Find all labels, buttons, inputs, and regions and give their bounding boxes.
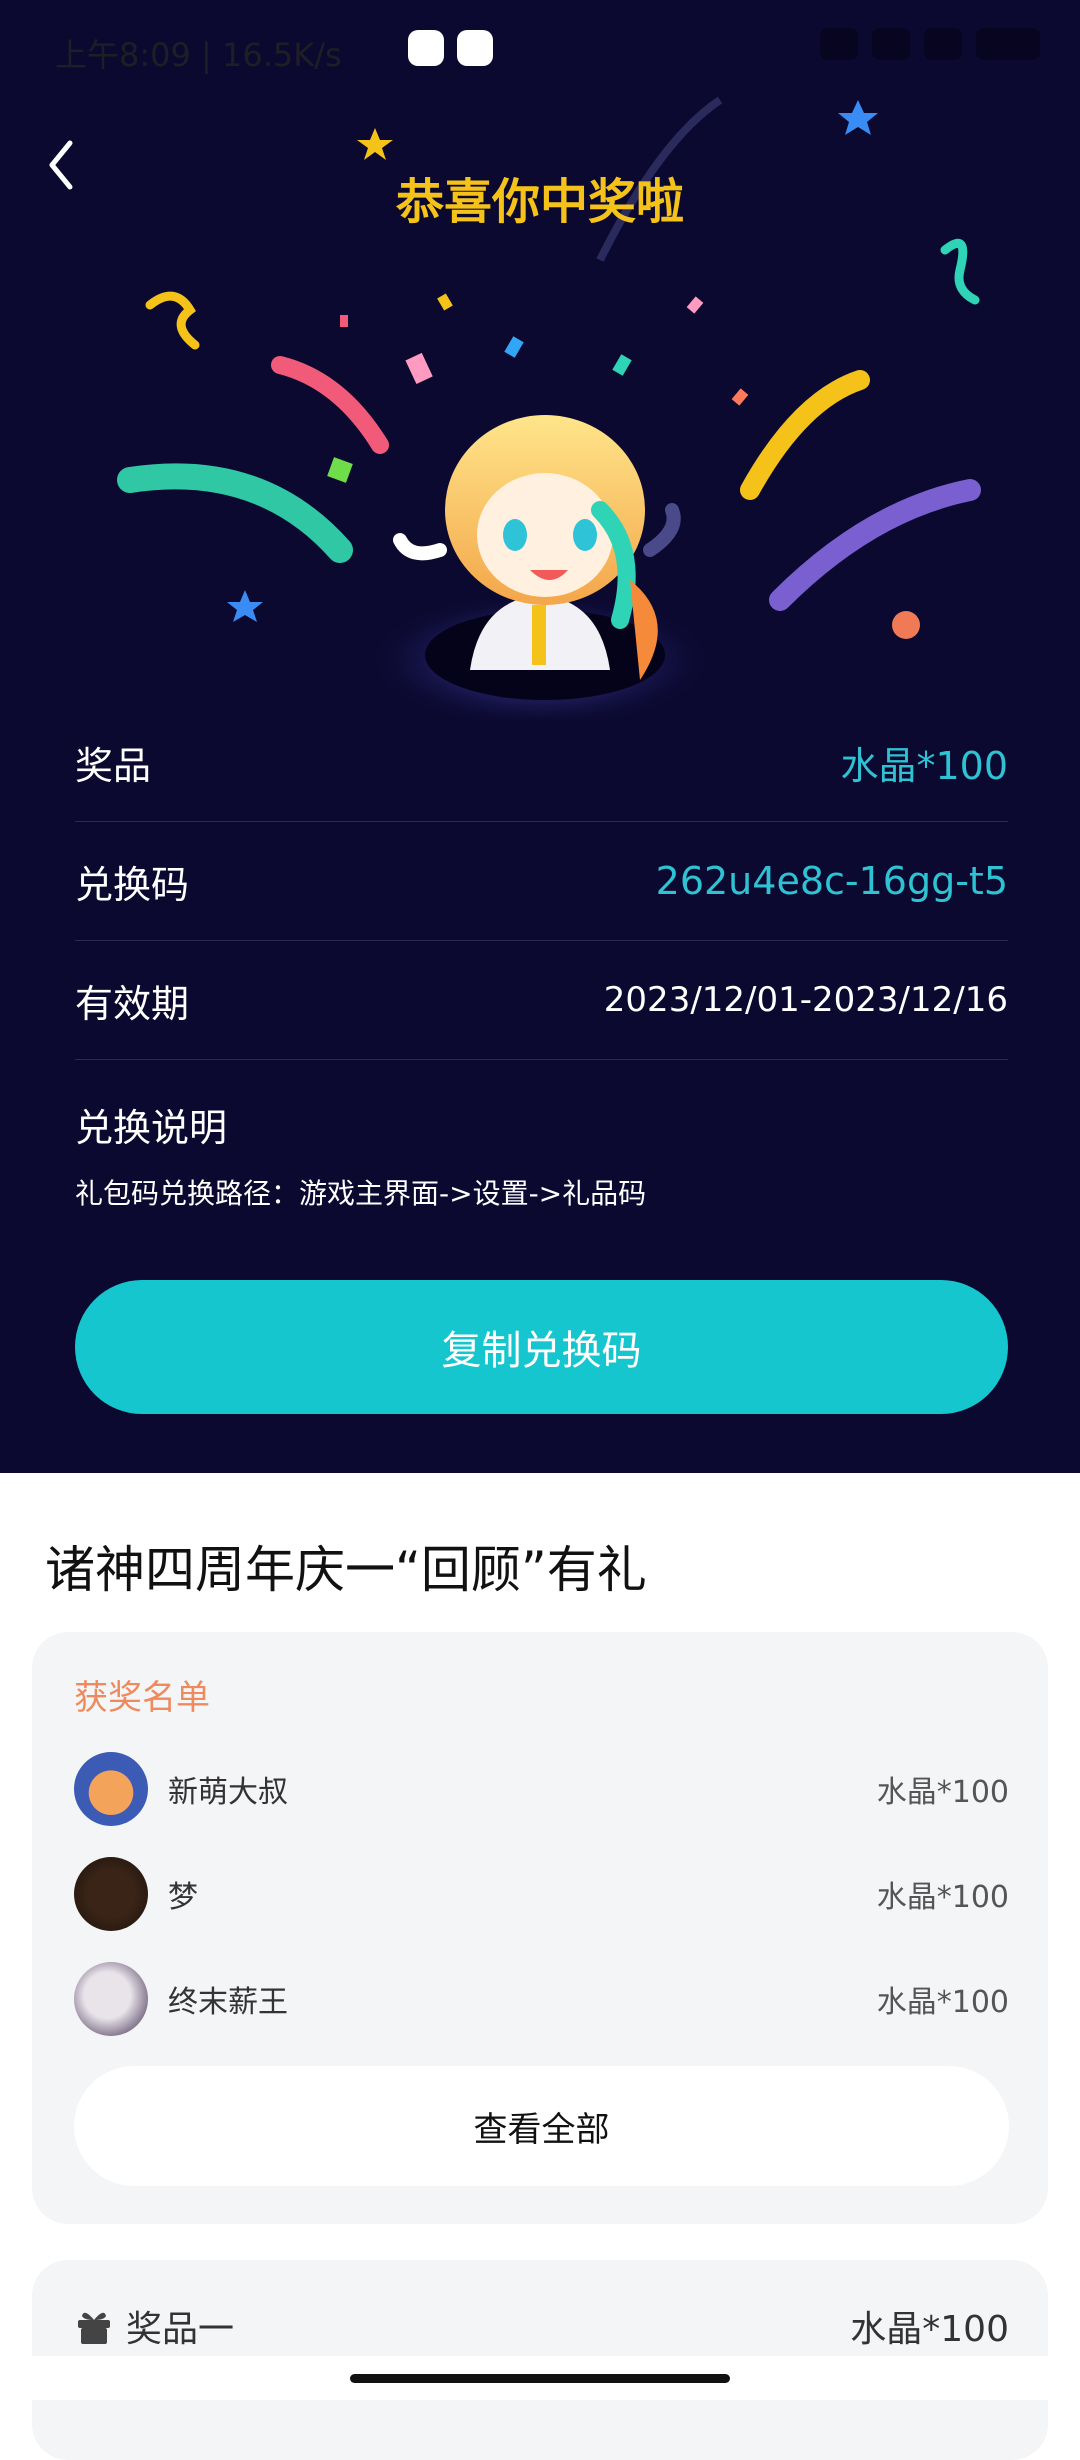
prize-value: 水晶*100 bbox=[840, 743, 1008, 788]
status-time: 上午8:09 | 16.5K/s bbox=[55, 36, 342, 74]
view-all-button[interactable]: 查看全部 bbox=[74, 2066, 1009, 2186]
winner-prize: 水晶*100 bbox=[876, 1880, 1009, 1915]
winner-name: 新萌大叔 bbox=[168, 1775, 288, 1810]
redemption-code[interactable]: 262u4e8c-16gg-t5 bbox=[656, 859, 1008, 903]
status-icons bbox=[820, 28, 1040, 60]
prize-row: 奖品 水晶*100 bbox=[75, 703, 1008, 822]
instructions-text: 礼包码兑换路径：游戏主界面->设置->礼品码 bbox=[75, 1177, 647, 1210]
gift-icon bbox=[78, 2312, 110, 2344]
battery-icon bbox=[976, 28, 1040, 60]
winner-name: 梦 bbox=[168, 1880, 198, 1915]
prize-label: 奖品 bbox=[75, 743, 152, 788]
bluetooth-icon bbox=[820, 28, 858, 60]
winner-name: 终末薪王 bbox=[168, 1985, 288, 2020]
list-item: 梦 水晶*100 bbox=[74, 1857, 1009, 1931]
instructions-title: 兑换说明 bbox=[75, 1106, 228, 1150]
avatar bbox=[74, 1857, 148, 1931]
event-title: 诸神四周年庆一“回顾”有礼 bbox=[45, 1541, 647, 1599]
validity-row: 有效期 2023/12/01-2023/12/16 bbox=[75, 941, 1008, 1060]
app-notification-icon bbox=[457, 30, 493, 66]
prize-item: 奖品一 水晶*100 bbox=[74, 2296, 1009, 2356]
avatar bbox=[74, 1752, 148, 1826]
reward-panel: 上午8:09 | 16.5K/s 恭喜你中奖啦 奖品 水晶*100 兑换码 26… bbox=[0, 0, 1080, 1473]
prize-item-label: 奖品一 bbox=[126, 2309, 235, 2350]
app-notification-icon bbox=[408, 30, 444, 66]
page-title: 恭喜你中奖啦 bbox=[395, 174, 684, 230]
validity-value: 2023/12/01-2023/12/16 bbox=[603, 980, 1008, 1020]
code-row: 兑换码 262u4e8c-16gg-t5 bbox=[75, 822, 1008, 941]
code-label: 兑换码 bbox=[75, 862, 190, 907]
home-indicator[interactable] bbox=[350, 2374, 730, 2383]
signal-icon bbox=[924, 28, 962, 60]
avatar bbox=[74, 1962, 148, 2036]
list-item: 终末薪王 水晶*100 bbox=[74, 1962, 1009, 2036]
validity-label: 有效期 bbox=[75, 981, 190, 1026]
list-item: 新萌大叔 水晶*100 bbox=[74, 1752, 1009, 1826]
winners-title: 获奖名单 bbox=[74, 1678, 210, 1718]
winners-card: 获奖名单 新萌大叔 水晶*100 梦 水晶*100 终末薪王 水晶*100 查看… bbox=[32, 1632, 1048, 2224]
winner-prize: 水晶*100 bbox=[876, 1775, 1009, 1810]
copy-code-button[interactable]: 复制兑换码 bbox=[75, 1280, 1008, 1414]
signal-icon bbox=[872, 28, 910, 60]
prize-item-value: 水晶*100 bbox=[850, 2309, 1009, 2350]
winner-prize: 水晶*100 bbox=[876, 1985, 1009, 2020]
